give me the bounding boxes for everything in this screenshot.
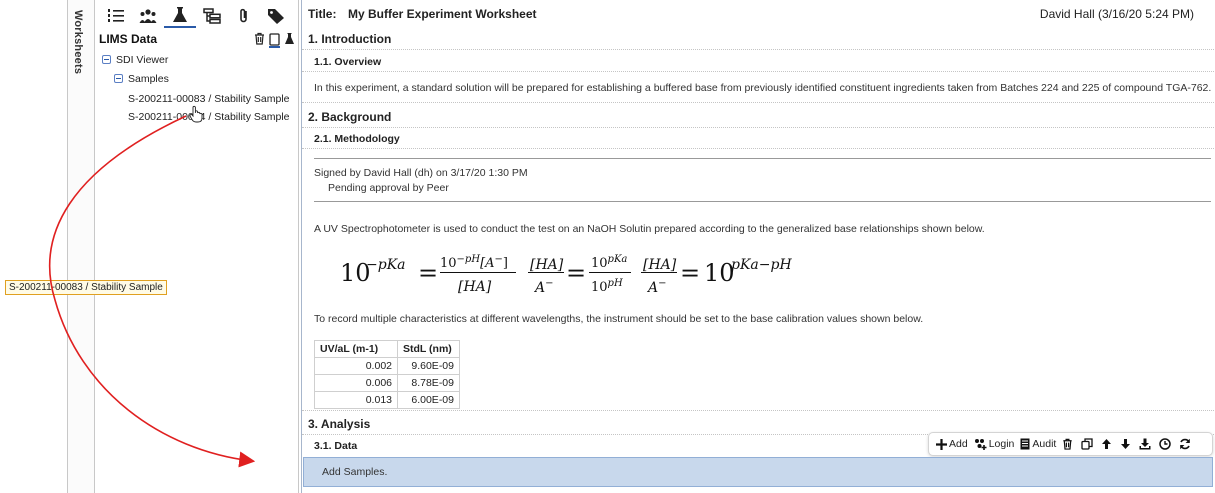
table-cell[interactable]: 8.78E-09 [397, 374, 460, 392]
tree-item-sample[interactable]: S-200211-00083 / Stability Sample [128, 93, 290, 105]
refresh-icon [1180, 438, 1191, 450]
svg-text:=: = [680, 259, 700, 287]
svg-text:=: = [566, 259, 586, 287]
download-button[interactable] [1136, 433, 1156, 455]
svg-text:10−pH[A−]: 10−pH[A−] [440, 254, 508, 271]
table-row: 0.002 9.60E-09 [314, 357, 460, 375]
history-button[interactable] [1156, 433, 1176, 455]
copy-icon [1081, 438, 1093, 450]
svg-text:10: 10 [704, 259, 735, 287]
flask-small-icon[interactable] [284, 32, 295, 48]
divider [302, 102, 1214, 103]
audit-icon [1020, 438, 1030, 450]
hand-cursor-icon [189, 105, 203, 123]
table-cell[interactable]: 0.006 [314, 374, 398, 392]
flask-icon[interactable] [164, 4, 196, 28]
people-group-icon[interactable] [132, 4, 164, 28]
tree-node-samples[interactable]: Samples [114, 73, 169, 85]
svg-text:=: = [418, 259, 438, 287]
tree-node-label: SDI Viewer [116, 54, 169, 66]
subsection-methodology[interactable]: 2.1. Methodology [302, 129, 1214, 149]
lims-toolbar [100, 4, 292, 28]
tree-item-sample[interactable]: S-200211-00084 / Stability Sample [128, 111, 290, 123]
add-samples-drop-zone[interactable]: Add Samples. [303, 457, 1213, 487]
lims-actions [254, 32, 295, 48]
hierarchy-icon[interactable] [196, 4, 228, 28]
drag-ghost-label: S-200211-00083 / Stability Sample [5, 280, 167, 295]
collapse-icon[interactable] [102, 55, 111, 64]
login-samples-icon [974, 439, 987, 450]
document-title[interactable]: My Buffer Experiment Worksheet [348, 7, 537, 21]
approval-status: Pending approval by Peer [328, 182, 449, 194]
login-label: Login [988, 438, 1015, 450]
clock-icon [1159, 438, 1172, 450]
worksheet-document: Title: My Buffer Experiment Worksheet Da… [301, 0, 1215, 493]
tag-icon[interactable] [260, 4, 292, 28]
overview-paragraph[interactable]: In this experiment, a standard solution … [314, 82, 1211, 94]
svg-text:10pH: 10pH [591, 278, 623, 295]
copy-section-button[interactable] [1078, 433, 1098, 455]
table-row: 0.013 6.00E-09 [314, 391, 460, 409]
table-cell[interactable]: 0.013 [314, 391, 398, 409]
arrow-down-icon [1121, 439, 1131, 449]
calibration-table: UV/aL (m-1) StdL (nm) 0.002 9.60E-09 0.0… [314, 340, 460, 409]
svg-text:−pKa: −pKa [366, 257, 406, 273]
drop-zone-text: Add Samples. [322, 466, 388, 478]
worksheets-rail[interactable]: Worksheets [67, 0, 95, 493]
lims-title: LIMS Data [99, 32, 158, 46]
svg-text:[HA]: [HA] [530, 257, 564, 273]
table-cell[interactable]: 6.00E-09 [397, 391, 460, 409]
svg-text:[HA]: [HA] [458, 279, 492, 295]
audit-button[interactable]: Audit [1017, 433, 1059, 455]
tablet-icon[interactable] [269, 32, 280, 48]
document-titlebar: Title: My Buffer Experiment Worksheet Da… [302, 6, 1214, 24]
svg-text:10pKa: 10pKa [591, 254, 627, 271]
move-down-button[interactable] [1117, 433, 1136, 455]
tree-node-sdi-viewer[interactable]: SDI Viewer [102, 54, 168, 66]
uv-paragraph[interactable]: A UV Spectrophotometer is used to conduc… [314, 223, 985, 235]
svg-text:A−: A− [533, 278, 554, 296]
svg-text:pKa−pH: pKa−pH [731, 257, 792, 273]
subsection-overview[interactable]: 1.1. Overview [302, 52, 1214, 72]
document-author: David Hall (3/16/20 5:24 PM) [1039, 7, 1194, 21]
tree-node-label: Samples [128, 73, 169, 85]
download-icon [1139, 438, 1151, 450]
table-cell[interactable]: 0.002 [314, 357, 398, 375]
login-button[interactable]: Login [971, 433, 1018, 455]
move-up-button[interactable] [1098, 433, 1117, 455]
table-header-row: UV/aL (m-1) StdL (nm) [314, 340, 460, 358]
audit-label: Audit [1032, 438, 1057, 450]
numbered-list-icon[interactable] [100, 4, 132, 28]
refresh-button[interactable] [1176, 433, 1196, 455]
add-button[interactable]: Add [933, 433, 971, 455]
calibration-paragraph[interactable]: To record multiple characteristics at di… [314, 313, 923, 325]
trash-icon [1063, 438, 1072, 450]
title-label: Title: [308, 7, 337, 21]
add-label: Add [949, 438, 968, 450]
collapse-icon[interactable] [114, 74, 123, 83]
signature-text: Signed by David Hall (dh) on 3/17/20 1:3… [314, 167, 528, 179]
trash-icon[interactable] [254, 32, 265, 48]
delete-section-button[interactable] [1059, 433, 1078, 455]
column-header[interactable]: StdL (nm) [397, 340, 460, 358]
section-introduction[interactable]: 1. Introduction [302, 28, 1214, 50]
svg-text:[HA]: [HA] [643, 257, 677, 273]
section-background[interactable]: 2. Background [302, 106, 1214, 128]
lims-header: LIMS Data [99, 32, 297, 48]
plus-icon [936, 438, 947, 450]
svg-text:A−: A− [646, 278, 667, 296]
lims-panel: LIMS Data SDI Viewer Samples S-200211-00… [96, 0, 299, 493]
table-cell[interactable]: 9.60E-09 [397, 357, 460, 375]
paperclip-icon[interactable] [228, 4, 260, 28]
arrow-up-icon [1102, 439, 1112, 449]
section-toolbar: Add Login Audit [928, 432, 1213, 456]
signature-block: Signed by David Hall (dh) on 3/17/20 1:3… [314, 158, 1211, 202]
worksheets-tab-label[interactable]: Worksheets [72, 10, 84, 74]
table-row: 0.006 8.78E-09 [314, 374, 460, 392]
column-header[interactable]: UV/aL (m-1) [314, 340, 398, 358]
base-relationship-equation: 10 −pKa = 10−pH[A−] [HA] [HA] A− = 10pKa… [340, 254, 792, 296]
divider [302, 410, 1214, 411]
